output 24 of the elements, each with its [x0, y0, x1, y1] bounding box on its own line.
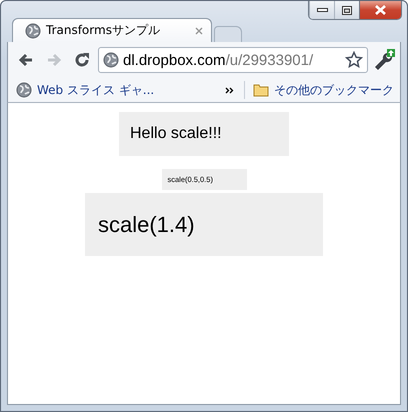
chevron-icon[interactable] [225, 86, 234, 94]
star-icon[interactable] [345, 51, 363, 69]
back-arrow-icon [18, 52, 34, 68]
scaled-text-block: scale(1.4) [85, 193, 323, 256]
browser-tab[interactable]: Transformsサンプル [12, 18, 212, 42]
scaled-text-block: Hello scale!!! [119, 112, 289, 156]
maximize-icon [342, 6, 352, 14]
tab-title: Transformsサンプル [46, 22, 161, 39]
close-button[interactable] [359, 1, 401, 19]
bookmark-link[interactable]: Web スライス ギャ... [16, 82, 154, 98]
folder-icon [253, 83, 269, 97]
maximize-button[interactable] [334, 1, 359, 19]
other-bookmarks-link[interactable]: その他のブックマーク [253, 82, 394, 98]
reload-icon [74, 52, 90, 68]
globe-icon [103, 52, 119, 68]
minimize-button[interactable] [309, 1, 334, 19]
minimize-icon [316, 8, 328, 12]
close-icon [375, 5, 386, 15]
forward-arrow-icon [46, 52, 62, 68]
url-text: dl.dropbox.com/u/29933901/ [123, 52, 314, 68]
address-field[interactable]: dl.dropbox.com/u/29933901/ [98, 47, 368, 73]
globe-icon [16, 82, 32, 98]
globe-icon [25, 22, 41, 38]
close-icon[interactable] [195, 26, 203, 34]
